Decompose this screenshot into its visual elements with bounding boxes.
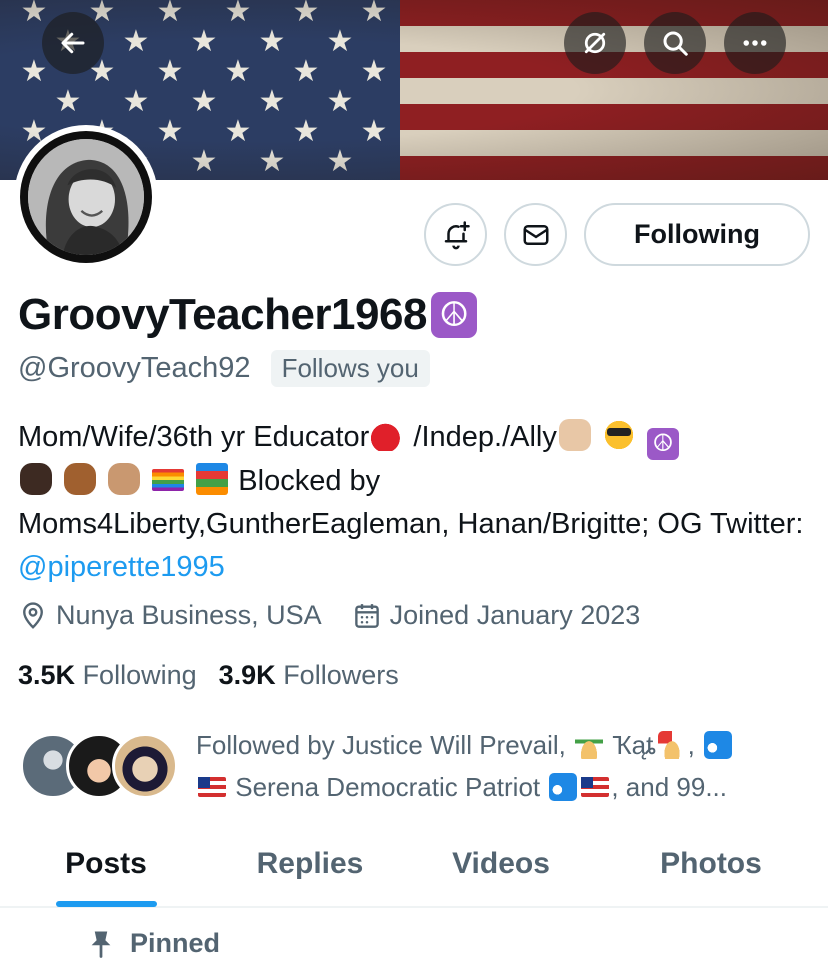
calendar-icon (354, 603, 379, 628)
island-emoji-icon (575, 731, 604, 759)
search-button[interactable] (644, 12, 706, 74)
raised-fist-medium-emoji-icon (64, 463, 97, 495)
follower-avatar[interactable] (112, 733, 178, 799)
pin-icon (91, 931, 111, 958)
location-text: Nunya Business, USA (56, 600, 322, 630)
more-icon (743, 40, 767, 46)
tab-videos[interactable]: Videos (408, 822, 594, 906)
rock-hand-emoji-icon (558, 419, 591, 451)
us-flag-emoji-icon (198, 777, 226, 797)
profile-meta: Nunya Business, USA Joined January 2023 (18, 600, 640, 631)
following-count-link[interactable]: 3.5K Following (18, 660, 197, 691)
notify-button[interactable] (424, 203, 487, 266)
pinned-label: Pinned (88, 928, 220, 959)
active-tab-indicator (56, 901, 157, 907)
envelope-icon (523, 224, 548, 245)
tab-photos[interactable]: Photos (594, 822, 828, 906)
handle-row: @GroovyTeach92 Follows you (18, 350, 430, 387)
grok-button[interactable] (564, 12, 626, 74)
search-icon (663, 31, 688, 56)
follow-counts: 3.5K Following 3.9K Followers (18, 660, 399, 691)
profile-bio: Mom/Wife/36th yr Educator /Indep./Ally ☮… (18, 416, 818, 589)
message-button[interactable] (504, 203, 567, 266)
raised-fist-light-emoji-icon (108, 463, 141, 495)
tab-posts[interactable]: Posts (0, 822, 212, 906)
grok-icon (584, 32, 606, 54)
bio-text-2: /Indep./Ally (405, 421, 557, 453)
display-name-text: GroovyTeacher1968 (18, 290, 427, 339)
peace-emoji-icon: ☮ (647, 428, 679, 460)
wave-emoji-icon (549, 773, 578, 801)
bio-text-1: Mom/Wife/36th yr Educator (18, 421, 370, 453)
raised-fist-dark-emoji-icon (20, 463, 52, 495)
rainbow-flag-emoji-icon (152, 469, 185, 491)
beach-umbrella-emoji-icon (657, 731, 686, 759)
wave-emoji-icon (704, 731, 733, 759)
peace-emoji-icon: ☮ (430, 292, 477, 338)
bell-plus-icon (444, 220, 470, 249)
user-handle: @GroovyTeach92 (18, 352, 251, 384)
bio-mention-link[interactable]: @piperette1995 (18, 551, 225, 583)
display-name: GroovyTeacher1968 ☮ (18, 290, 477, 340)
profile-avatar[interactable] (14, 125, 158, 269)
books-emoji-icon (196, 463, 229, 495)
location-pin-icon (23, 601, 43, 629)
joined-date: Joined January 2023 (389, 600, 641, 630)
tab-replies[interactable]: Replies (212, 822, 408, 906)
us-flag-emoji-icon (581, 777, 610, 797)
sunglasses-emoji-icon (602, 419, 635, 451)
followed-by-text[interactable]: Followed by Justice Will Prevail, Ҡąȶ, S… (196, 724, 816, 808)
profile-tabs: Posts Replies Videos Photos (0, 822, 828, 908)
back-button[interactable] (42, 12, 104, 74)
following-button[interactable]: Following (584, 203, 810, 266)
more-options-button[interactable] (724, 12, 786, 74)
back-arrow-icon (61, 32, 85, 54)
apple-emoji-icon (371, 419, 404, 451)
follows-you-badge: Follows you (270, 350, 430, 387)
avatar-photo (28, 139, 144, 255)
followers-count-link[interactable]: 3.9K Followers (219, 660, 399, 691)
